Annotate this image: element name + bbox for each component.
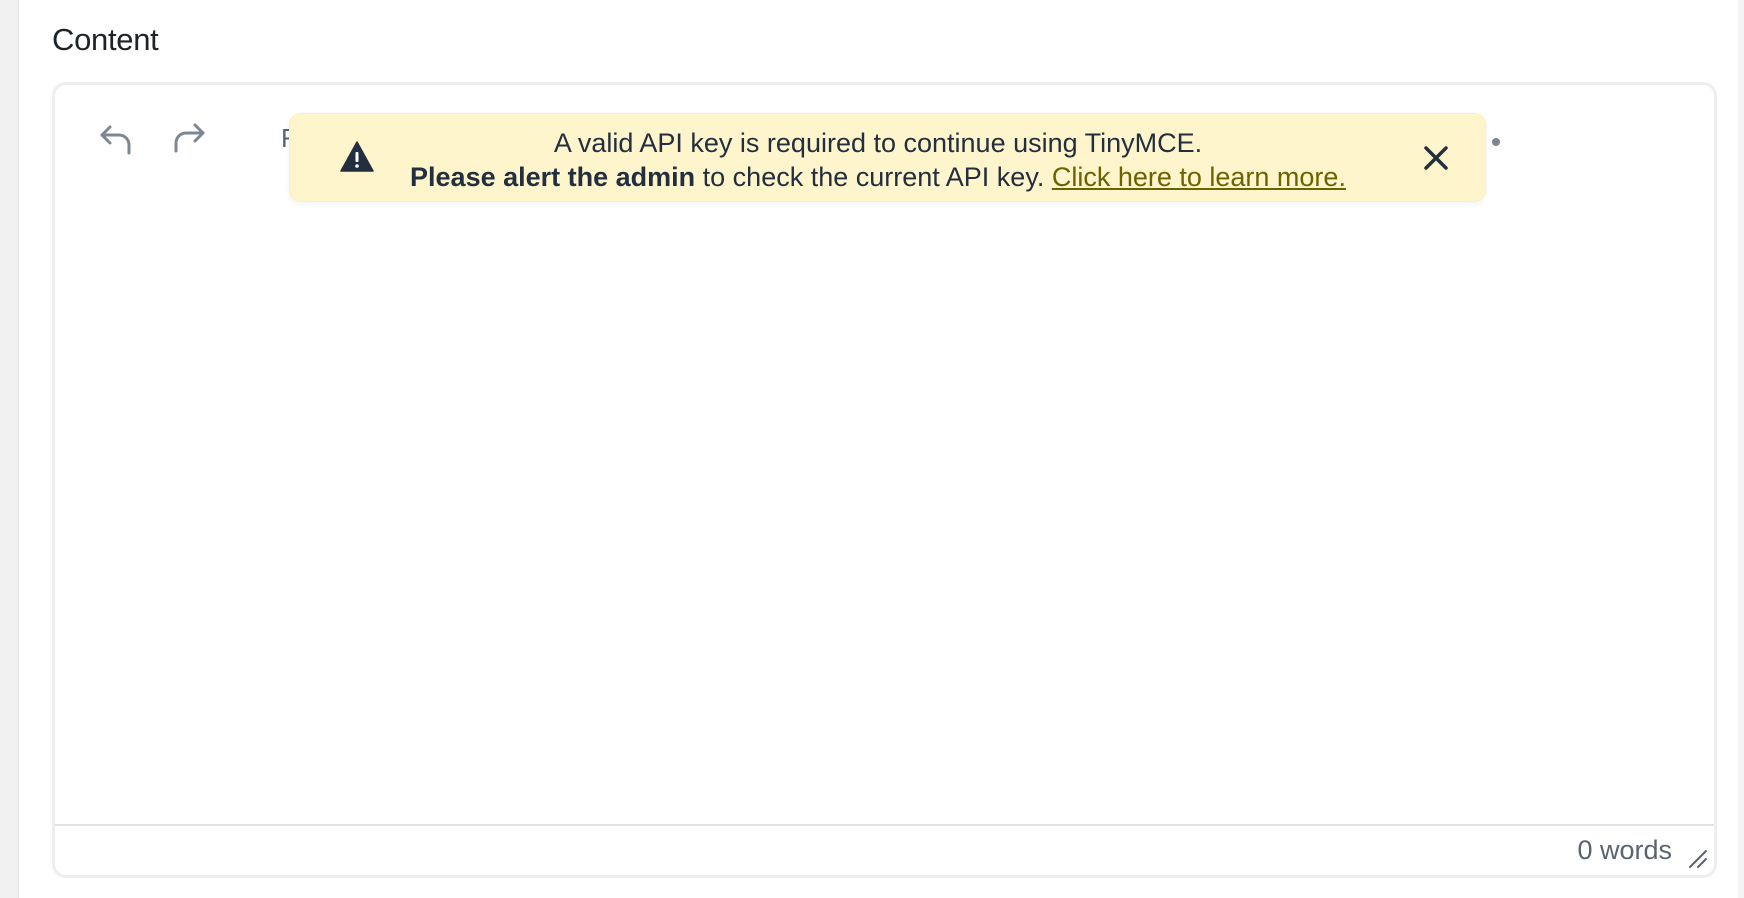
word-count[interactable]: 0 words — [1577, 835, 1672, 866]
field-label: Content — [52, 22, 159, 57]
notice-line-2-text: to check the current API key. — [695, 162, 1052, 192]
notice-line-1: A valid API key is required to continue … — [553, 128, 1203, 158]
page: Content F 0 — [0, 0, 1744, 898]
redo-icon — [174, 123, 205, 153]
editor-statusbar: 0 words — [55, 824, 1714, 875]
right-edge — [1738, 0, 1744, 898]
close-icon — [1424, 146, 1448, 170]
api-key-notice: A valid API key is required to continue … — [289, 113, 1486, 202]
notice-line-2: Please alert the admin to check the curr… — [378, 160, 1378, 194]
undo-button[interactable] — [90, 113, 142, 165]
learn-more-link[interactable]: Click here to learn more. — [1052, 162, 1346, 192]
warning-icon — [340, 141, 374, 172]
left-rail — [0, 0, 19, 898]
more-button[interactable] — [1485, 131, 1507, 153]
notice-bold-text: Please alert the admin — [410, 162, 696, 192]
more-icon — [1492, 138, 1500, 146]
undo-icon — [100, 125, 131, 155]
editor-content-area[interactable] — [55, 181, 1714, 831]
close-notice-button[interactable] — [1418, 140, 1454, 176]
redo-button[interactable] — [163, 113, 215, 165]
resize-handle-icon[interactable] — [1686, 847, 1708, 869]
notice-message: A valid API key is required to continue … — [378, 126, 1378, 194]
